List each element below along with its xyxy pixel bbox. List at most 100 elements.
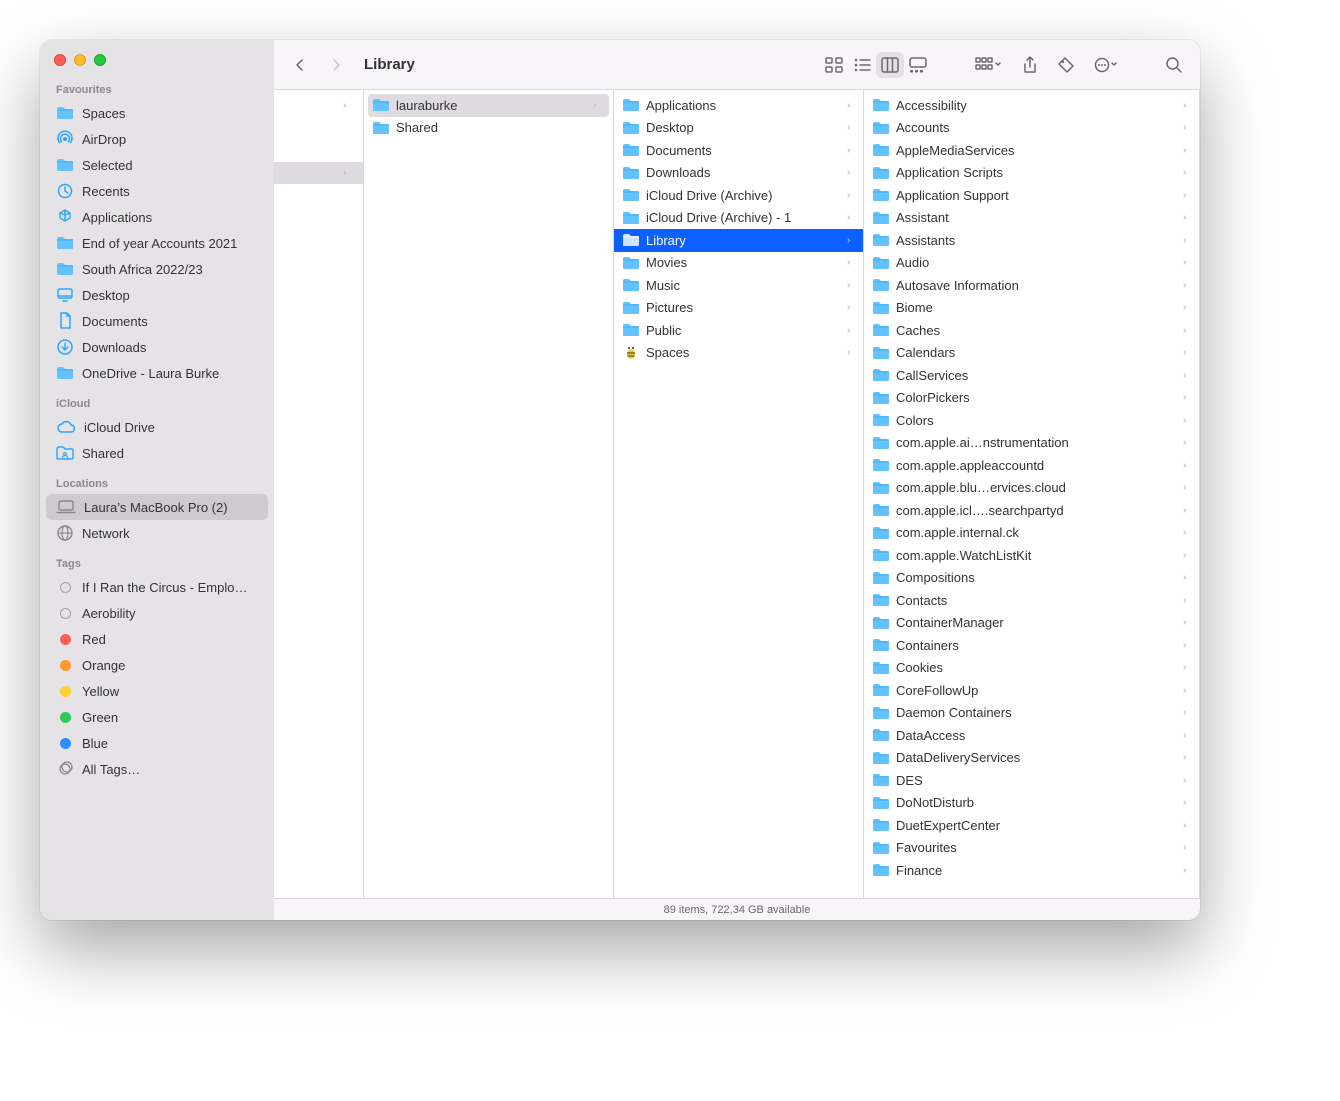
sidebar-item[interactable]: All Tags… <box>46 756 268 782</box>
file-row[interactable]: iCloud Drive (Archive)› <box>614 184 863 207</box>
file-row[interactable]: com.apple.internal.ck› <box>864 522 1199 545</box>
sidebar-item[interactable]: Network <box>46 520 268 546</box>
file-row[interactable]: Cookies› <box>864 657 1199 680</box>
sidebar-item[interactable]: Desktop <box>46 282 268 308</box>
sidebar-item[interactable]: Blue <box>46 730 268 756</box>
sidebar-item[interactable]: Recents <box>46 178 268 204</box>
file-row[interactable]: › <box>274 94 363 117</box>
file-row[interactable]: Applications› <box>614 94 863 117</box>
file-name: com.apple.WatchListKit <box>896 548 1177 563</box>
fullscreen-button[interactable] <box>94 54 106 66</box>
file-row[interactable]: iCloud Drive (Archive) - 1› <box>614 207 863 230</box>
file-row[interactable]: DES› <box>864 769 1199 792</box>
more-actions-button[interactable] <box>1088 52 1124 78</box>
file-row[interactable]: Music› <box>614 274 863 297</box>
sidebar-item[interactable]: Yellow <box>46 678 268 704</box>
sidebar-item[interactable]: South Africa 2022/23 <box>46 256 268 282</box>
file-row[interactable]: DataAccess› <box>864 724 1199 747</box>
file-row[interactable] <box>274 139 363 162</box>
file-row[interactable]: com.apple.appleaccountd› <box>864 454 1199 477</box>
file-row[interactable]: Documents› <box>614 139 863 162</box>
file-row[interactable]: com.apple.icl….searchpartyd› <box>864 499 1199 522</box>
sidebar-item[interactable]: Selected <box>46 152 268 178</box>
file-row[interactable]: Public› <box>614 319 863 342</box>
sidebar-item[interactable]: Downloads <box>46 334 268 360</box>
file-row[interactable]: com.apple.blu…ervices.cloud› <box>864 477 1199 500</box>
sidebar-item[interactable]: Applications <box>46 204 268 230</box>
sidebar-item[interactable]: AirDrop <box>46 126 268 152</box>
file-row[interactable]: Daemon Containers› <box>864 702 1199 725</box>
close-button[interactable] <box>54 54 66 66</box>
minimize-button[interactable] <box>74 54 86 66</box>
file-row[interactable]: Spaces› <box>614 342 863 365</box>
forward-button[interactable] <box>322 52 350 78</box>
file-row[interactable]: Colors› <box>864 409 1199 432</box>
file-row[interactable]: Autosave Information› <box>864 274 1199 297</box>
file-row[interactable]: DataDeliveryServices› <box>864 747 1199 770</box>
group-by-button[interactable] <box>968 52 1008 78</box>
file-row[interactable]: Library› <box>614 229 863 252</box>
tags-button[interactable] <box>1052 52 1080 78</box>
file-row[interactable]: Favourites› <box>864 837 1199 860</box>
file-row[interactable]: Assistants› <box>864 229 1199 252</box>
sidebar-item[interactable]: Green <box>46 704 268 730</box>
file-row[interactable]: Downloads› <box>614 162 863 185</box>
sidebar-item[interactable]: Spaces <box>46 100 268 126</box>
sidebar-item[interactable]: Orange <box>46 652 268 678</box>
sidebar-item[interactable]: Documents <box>46 308 268 334</box>
file-row[interactable]: Accounts› <box>864 117 1199 140</box>
file-row[interactable]: Finance› <box>864 859 1199 882</box>
file-row[interactable]: Desktop› <box>614 117 863 140</box>
file-row[interactable]: DoNotDisturb› <box>864 792 1199 815</box>
view-columns-button[interactable] <box>876 52 904 78</box>
file-row[interactable]: Calendars› <box>864 342 1199 365</box>
sidebar-item[interactable]: OneDrive - Laura Burke <box>46 360 268 386</box>
file-row[interactable]: Accessibility› <box>864 94 1199 117</box>
file-row[interactable]: DuetExpertCenter› <box>864 814 1199 837</box>
file-row[interactable] <box>274 117 363 140</box>
sidebar-item[interactable]: iCloud Drive <box>46 414 268 440</box>
sidebar-item-label: OneDrive - Laura Burke <box>82 366 258 381</box>
sidebar-item[interactable]: Red <box>46 626 268 652</box>
file-row[interactable]: Assistant› <box>864 207 1199 230</box>
file-name: com.apple.internal.ck <box>896 525 1177 540</box>
view-list-button[interactable] <box>848 52 876 78</box>
sidebar-item[interactable]: Shared <box>46 440 268 466</box>
folder-icon <box>622 254 640 272</box>
file-row[interactable]: AppleMediaServices› <box>864 139 1199 162</box>
file-row[interactable]: Shared <box>364 117 613 140</box>
folder-icon <box>872 726 890 744</box>
file-row[interactable]: com.apple.WatchListKit› <box>864 544 1199 567</box>
back-button[interactable] <box>286 52 314 78</box>
chevron-right-icon: › <box>1183 752 1193 763</box>
file-row[interactable]: Containers› <box>864 634 1199 657</box>
file-row[interactable]: Application Support› <box>864 184 1199 207</box>
file-row[interactable]: ContainerManager› <box>864 612 1199 635</box>
file-row[interactable]: Application Scripts› <box>864 162 1199 185</box>
file-row[interactable]: Biome› <box>864 297 1199 320</box>
sidebar-item[interactable]: Aerobility <box>46 600 268 626</box>
sidebar-item[interactable]: Laura’s MacBook Pro (2) <box>46 494 268 520</box>
chevron-right-icon: › <box>1183 212 1193 223</box>
file-row[interactable]: com.apple.ai…nstrumentation› <box>864 432 1199 455</box>
sidebar-item[interactable]: If I Ran the Circus - Emplo… <box>46 574 268 600</box>
file-row[interactable]: Caches› <box>864 319 1199 342</box>
search-button[interactable] <box>1160 52 1188 78</box>
file-row[interactable]: CallServices› <box>864 364 1199 387</box>
file-row[interactable]: Audio› <box>864 252 1199 275</box>
file-row[interactable]: Pictures› <box>614 297 863 320</box>
file-row[interactable]: Contacts› <box>864 589 1199 612</box>
file-row[interactable]: ColorPickers› <box>864 387 1199 410</box>
view-icons-button[interactable] <box>820 52 848 78</box>
file-row[interactable]: Compositions› <box>864 567 1199 590</box>
file-row[interactable]: › <box>274 162 363 185</box>
chevron-right-icon: › <box>1183 347 1193 358</box>
view-gallery-button[interactable] <box>904 52 932 78</box>
file-name: AppleMediaServices <box>896 143 1177 158</box>
file-row[interactable]: CoreFollowUp› <box>864 679 1199 702</box>
sidebar-item[interactable]: End of year Accounts 2021 <box>46 230 268 256</box>
main-area: Library <box>274 40 1200 920</box>
file-row[interactable]: lauraburke› <box>368 94 609 117</box>
file-row[interactable]: Movies› <box>614 252 863 275</box>
share-button[interactable] <box>1016 52 1044 78</box>
